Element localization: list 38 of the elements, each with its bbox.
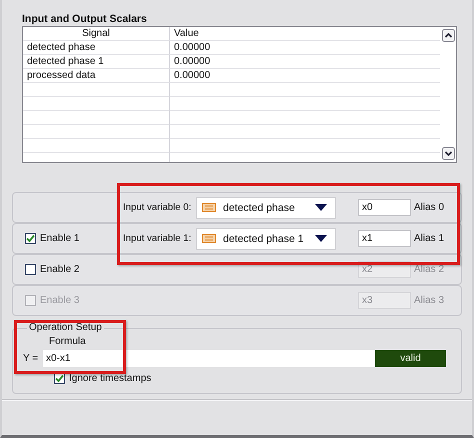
field-label: Input variable 0: xyxy=(123,202,192,213)
data-type-icon xyxy=(202,234,216,243)
alias-field[interactable]: x0 xyxy=(358,199,411,216)
signal-dropdown[interactable]: detected phase xyxy=(196,196,336,218)
alias-label: Alias 2 xyxy=(414,264,444,275)
formula-label: Formula xyxy=(49,335,87,348)
checkbox-label: Ignore timestamps xyxy=(69,373,152,384)
caret-icon[interactable] xyxy=(315,235,327,242)
group-title: Operation Setup xyxy=(27,322,104,334)
caret-icon[interactable] xyxy=(315,204,327,211)
table-cell: processed data xyxy=(23,69,170,83)
table-cell: detected phase 1 xyxy=(23,55,170,69)
formula-prefix: Y = xyxy=(23,353,40,364)
checkbox-label: Enable 3 xyxy=(40,295,80,306)
table-cell: 0.00000 xyxy=(170,69,440,83)
scroll-up-icon[interactable] xyxy=(442,29,454,42)
alias-label: Alias 0 xyxy=(414,202,444,213)
table-cell: detected phase xyxy=(23,41,170,55)
column-header[interactable]: Value xyxy=(170,27,440,41)
checkbox-label: Enable 1 xyxy=(40,233,80,244)
checkbox[interactable] xyxy=(54,373,65,384)
alias-field[interactable]: x1 xyxy=(358,230,411,247)
status-indicator: valid xyxy=(375,350,446,367)
alias-label: Alias 3 xyxy=(414,295,444,306)
checkbox[interactable] xyxy=(25,264,36,275)
alias-label: Alias 1 xyxy=(414,233,444,244)
checkbox-label: Enable 2 xyxy=(40,264,80,275)
column-header[interactable]: Signal xyxy=(23,27,170,41)
data-type-icon xyxy=(202,203,216,212)
section-title: Input and Output Scalars xyxy=(22,13,148,26)
table-cell: 0.00000 xyxy=(170,55,440,69)
signal-dropdown[interactable]: detected phase 1 xyxy=(196,228,336,250)
formula-field[interactable]: x0-x1 xyxy=(43,350,375,367)
checkbox[interactable] xyxy=(25,233,36,244)
table-cell: 0.00000 xyxy=(170,41,440,55)
field-label: Input variable 1: xyxy=(123,233,192,244)
scrollbar[interactable] xyxy=(440,27,456,162)
scroll-down-icon[interactable] xyxy=(442,147,454,160)
